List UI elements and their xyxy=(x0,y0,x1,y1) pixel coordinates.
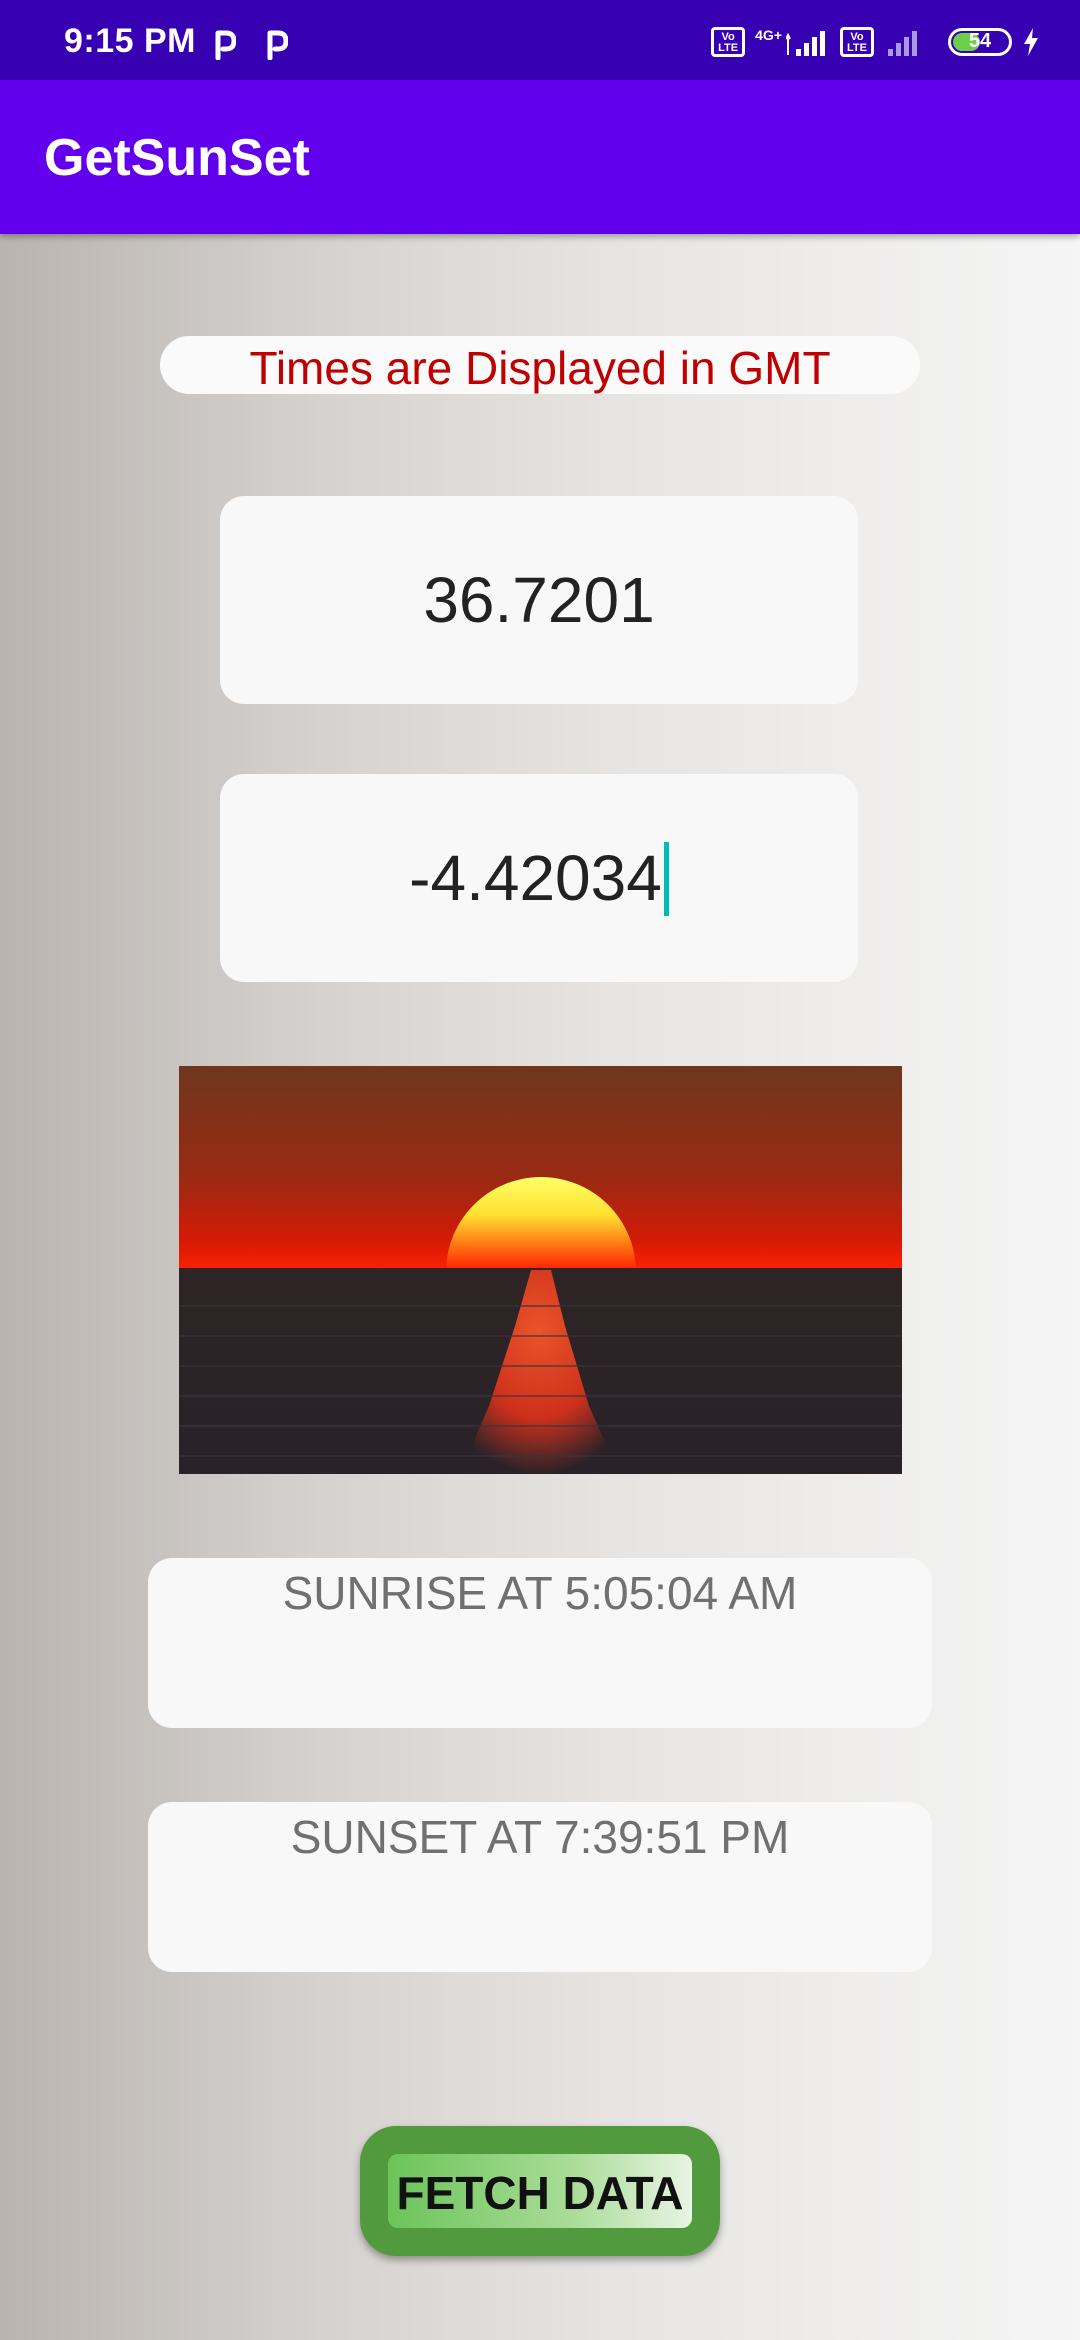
latitude-value: 36.7201 xyxy=(423,564,655,636)
main-content: Times are Displayed in GMT 36.7201 -4.42… xyxy=(0,234,1080,2340)
network-type-label: 4G+ xyxy=(755,27,782,43)
longitude-input[interactable]: -4.42034 xyxy=(220,774,858,982)
signal-icon xyxy=(786,31,825,56)
latitude-input[interactable]: 36.7201 xyxy=(220,496,858,704)
parking-icon xyxy=(267,30,288,60)
status-bar: 9:15 PM Vo LTE 4G+ Vo LTE 54 xyxy=(0,0,1080,80)
volte-icon: Vo LTE xyxy=(711,27,746,57)
parking-icon xyxy=(215,30,236,60)
signal-icon-sim2 xyxy=(888,31,917,56)
fetch-data-button[interactable]: FETCH DATA xyxy=(360,2126,720,2256)
volte-icon-sim2: Vo LTE xyxy=(840,27,874,57)
sunset-image xyxy=(179,1066,902,1474)
sunset-text: SUNSET AT 7:39:51 PM xyxy=(290,1811,790,1863)
sunrise-display: SUNRISE AT 5:05:04 AM xyxy=(148,1558,932,1728)
fetch-data-label: FETCH DATA xyxy=(388,2154,692,2228)
charging-bolt-icon xyxy=(1024,28,1038,56)
sunrise-text: SUNRISE AT 5:05:04 AM xyxy=(282,1567,798,1619)
status-time: 9:15 PM xyxy=(64,22,196,60)
longitude-value: -4.42034 xyxy=(409,842,662,914)
app-bar: GetSunSet xyxy=(0,80,1080,234)
status-indicators: Vo LTE 4G+ Vo LTE 54 xyxy=(711,24,1040,60)
text-cursor xyxy=(663,842,669,917)
app-title: GetSunSet xyxy=(44,129,310,187)
battery-icon: 54 xyxy=(948,28,1012,56)
sunset-display: SUNSET AT 7:39:51 PM xyxy=(148,1802,932,1972)
timezone-note: Times are Displayed in GMT xyxy=(160,336,920,394)
battery-level: 54 xyxy=(968,30,992,52)
